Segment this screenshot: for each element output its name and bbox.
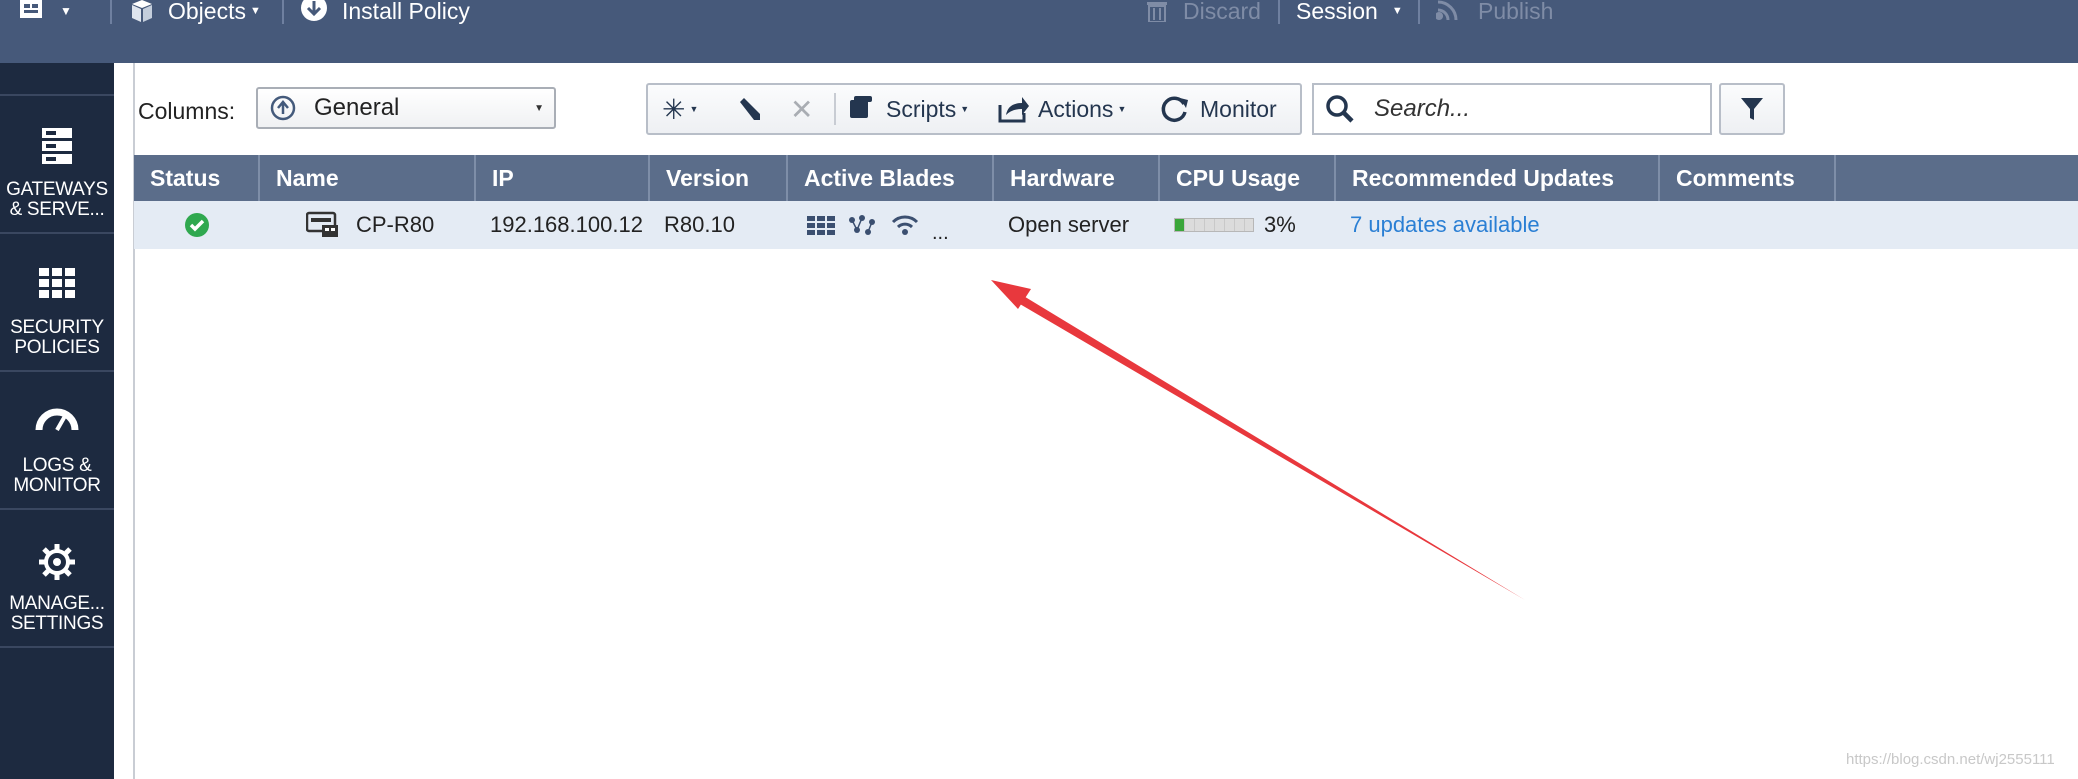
column-header-name[interactable]: Name [260, 155, 476, 201]
gateway-name: CP-R80 [356, 212, 435, 237]
chevron-down-icon: ▼ [689, 104, 699, 114]
separator [834, 93, 836, 125]
table-row[interactable]: CP-R80 192.168.100.12 R80.10 ... Open se… [134, 201, 2078, 249]
sidebar: GATEWAYS & SERVE... SECURITY POLICIES LO… [0, 63, 114, 779]
column-header-ip[interactable]: IP [476, 155, 650, 201]
scripts-label: Scripts [886, 95, 957, 122]
install-icon [301, 0, 327, 21]
actions-button[interactable]: Actions ▼ [998, 85, 1126, 133]
status-cell [184, 201, 210, 249]
active-blades-cell: ... [806, 201, 949, 249]
wifi-blade-icon [891, 215, 919, 235]
status-ok-icon [185, 213, 209, 237]
name-cell: CP-R80 [306, 201, 434, 249]
search-icon [1326, 95, 1354, 123]
chevron-down-icon: ▼ [249, 5, 261, 17]
sidebar-item-gateways[interactable]: GATEWAYS & SERVE... [0, 98, 114, 234]
watermark: https://blog.csdn.net/wj2555111 [1846, 751, 2055, 768]
column-header-version[interactable]: Version [650, 155, 788, 201]
menu-button[interactable]: ▼ [18, 0, 72, 22]
cpu-usage-cell: 3% [1174, 201, 1296, 249]
publish-button[interactable]: Publish [1436, 0, 1554, 24]
publish-icon [1436, 0, 1458, 21]
more-blades-indicator[interactable]: ... [932, 222, 949, 245]
column-header-recommended-updates[interactable]: Recommended Updates [1336, 155, 1660, 201]
objects-label: Objects [168, 0, 246, 24]
new-star-icon: ✳ [662, 93, 686, 125]
sidebar-top-strip [0, 63, 114, 96]
columns-label: Columns: [138, 98, 236, 124]
firewall-icon [39, 268, 75, 298]
column-header-hardware[interactable]: Hardware [994, 155, 1160, 201]
column-header-comments[interactable]: Comments [1660, 155, 1836, 201]
app-menu-icon [20, 0, 42, 18]
sidebar-item-label: MANAGE... SETTINGS [9, 593, 105, 634]
search-input[interactable] [1374, 95, 1704, 123]
sidebar-item-logs-monitor[interactable]: LOGS & MONITOR [0, 374, 114, 510]
sidebar-item-label: GATEWAYS & SERVE... [6, 179, 108, 220]
columns-view-icon [270, 95, 296, 121]
install-policy-button[interactable]: Install Policy [300, 0, 470, 24]
cube-icon [132, 0, 152, 22]
recommended-updates-link[interactable]: 7 updates available [1350, 201, 1540, 249]
ip-cell: 192.168.100.12 [490, 212, 643, 237]
scripts-button[interactable]: Scripts ▼ [848, 85, 969, 133]
pencil-icon [740, 98, 760, 120]
discard-label: Discard [1183, 0, 1261, 24]
chevron-down-icon: ▼ [534, 102, 544, 114]
column-header-active-blades[interactable]: Active Blades [788, 155, 994, 201]
edit-button[interactable] [736, 85, 762, 133]
gateways-icon [42, 128, 72, 164]
column-header-status[interactable]: Status [134, 155, 260, 201]
firewall-blade-icon [807, 216, 835, 235]
top-toolbar: ▼ Objects ▼ Install Policy Discard Sessi… [0, 0, 2078, 63]
refresh-icon [1161, 96, 1188, 122]
monitor-label: Monitor [1200, 95, 1277, 122]
trash-icon [1147, 2, 1167, 22]
actions-label: Actions [1038, 95, 1114, 122]
new-object-button[interactable]: ✳ ▼ [662, 85, 698, 133]
search-box [1312, 83, 1712, 135]
chevron-down-icon: ▼ [60, 4, 72, 18]
separator [110, 0, 112, 24]
column-header-cpu-usage[interactable]: CPU Usage [1160, 155, 1336, 201]
actions-export-icon [998, 97, 1029, 123]
separator [282, 0, 284, 24]
object-toolbar: ✳ ▼ ✕ Scripts ▼ Actions ▼ Monitor [646, 83, 1302, 135]
cpu-usage-value: 3% [1264, 212, 1296, 237]
discard-button[interactable]: Discard [1143, 0, 1261, 24]
hardware-cell: Open server [1008, 212, 1130, 237]
chevron-down-icon: ▼ [960, 104, 970, 114]
separator [1278, 0, 1280, 24]
version-cell: R80.10 [664, 212, 735, 237]
cpu-usage-bar-fill [1175, 219, 1185, 231]
publish-label: Publish [1478, 0, 1554, 24]
session-button[interactable]: Session ▼ [1296, 0, 1403, 24]
chevron-down-icon: ▼ [1391, 5, 1403, 17]
network-blade-icon [849, 215, 875, 235]
install-policy-label: Install Policy [342, 0, 470, 24]
filter-icon [1741, 98, 1763, 120]
separator [1418, 0, 1420, 24]
session-label: Session [1296, 0, 1378, 24]
objects-button[interactable]: Objects ▼ [128, 0, 261, 24]
sidebar-item-label: LOGS & MONITOR [13, 455, 101, 496]
close-icon: ✕ [790, 93, 814, 125]
gateway-object-icon [306, 211, 338, 237]
sidebar-item-label: SECURITY POLICIES [10, 317, 104, 358]
columns-dropdown-value: General [314, 94, 400, 121]
gauge-icon [35, 408, 79, 431]
chevron-down-icon: ▼ [1117, 104, 1127, 114]
sidebar-item-manage-settings[interactable]: MANAGE... SETTINGS [0, 512, 114, 648]
sidebar-item-security-policies[interactable]: SECURITY POLICIES [0, 236, 114, 372]
cpu-usage-bar [1174, 218, 1254, 232]
delete-button[interactable]: ✕ [790, 85, 813, 133]
monitor-button[interactable]: Monitor [1160, 85, 1277, 133]
scripts-icon [850, 96, 872, 118]
table-header: Status Name IP Version Active Blades Har… [134, 155, 2078, 201]
gear-icon [39, 544, 75, 580]
filter-button[interactable] [1719, 83, 1785, 135]
columns-dropdown[interactable]: General ▼ [256, 87, 556, 129]
